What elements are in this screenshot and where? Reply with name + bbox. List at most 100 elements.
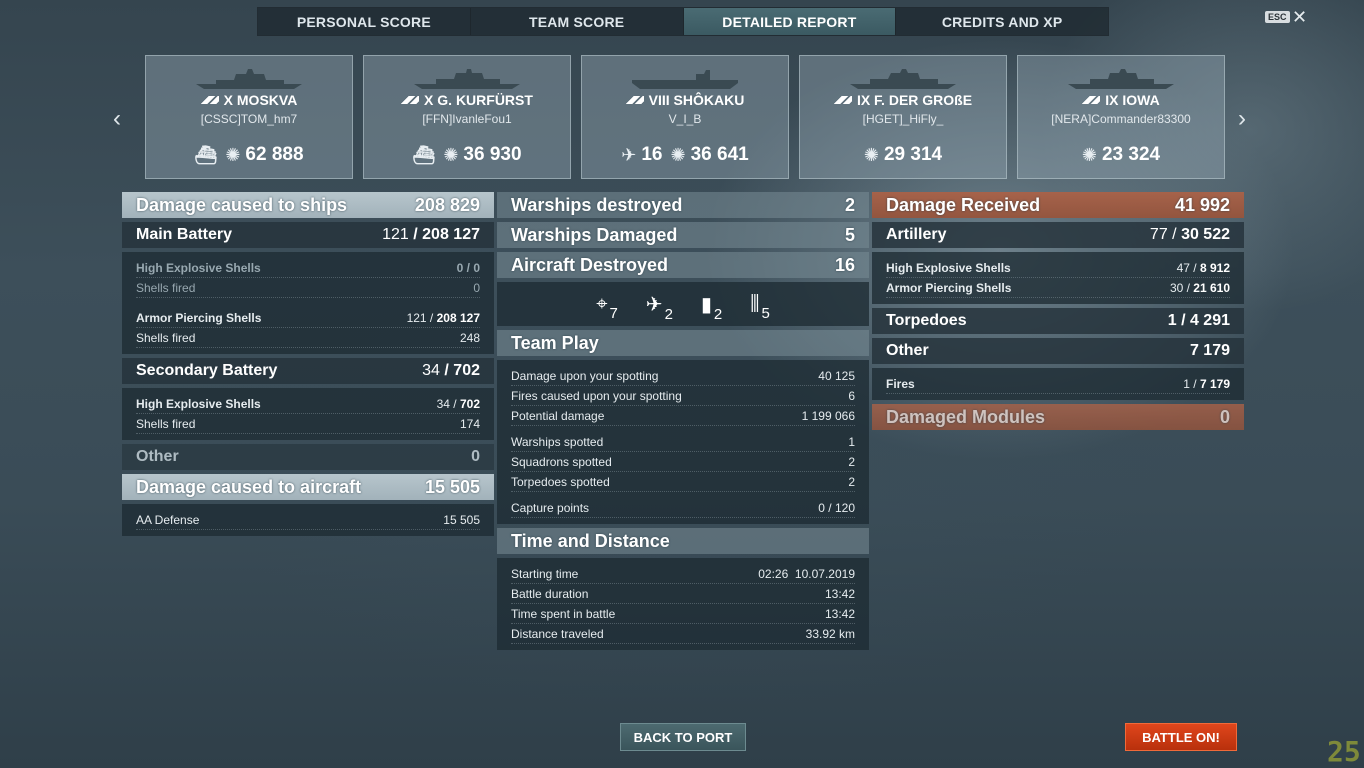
damage-aircraft-header: Damage caused to aircraft 15 505 [122, 474, 494, 500]
tab-team-score[interactable]: TEAM SCORE [471, 8, 684, 35]
damage-icon: ✺ [225, 144, 241, 165]
tab-detailed-report[interactable]: DETAILED REPORT [683, 8, 897, 35]
damage-value: 36 641 [690, 144, 749, 165]
stat-row: Torpedoes spotted 2 [511, 472, 855, 492]
ribbons-bar: ⌖ 7 ✈ 2 ▮ 2 ⫼ 5 [497, 282, 869, 326]
crosshair-icon: ⌖ [596, 292, 608, 315]
artillery-details: High Explosive Shells 47 / 8 912 Armor Pi… [872, 252, 1244, 304]
main-battery-details: High Explosive Shells 0 / 0 Shells fired 0… [122, 252, 494, 354]
stat-row: Fires 1 / 7 179 [886, 374, 1230, 394]
stat-row: High Explosive Shells 0 / 0 [136, 258, 480, 278]
ship-name: VIII SHÔKAKU [582, 92, 788, 108]
next-arrow-icon[interactable]: › [1238, 105, 1246, 133]
carrier-silhouette-icon [632, 70, 738, 89]
stat-row: Potential damage 1 199 066 [511, 406, 855, 426]
ribbon-shell: ▮ 2 [700, 293, 723, 323]
ship-name: IX F. DER GROßE [800, 92, 1006, 108]
ship-card[interactable]: X MOSKVA [CSSC]TOM_hm7 ⛴ ✺ 62 888 [145, 55, 353, 179]
damage-icon: ✺ [1081, 144, 1097, 165]
esc-key-hint: ESC [1265, 11, 1290, 23]
damage-icon: ✺ [670, 144, 686, 165]
stat-row: Capture points 0 / 120 [511, 498, 855, 518]
row-value: 121 / 208 127 [382, 226, 480, 243]
row-label: Main Battery [136, 226, 233, 243]
stat-row: Squadrons spotted 2 [511, 452, 855, 472]
main-battery-row: Main Battery 121 / 208 127 [122, 222, 494, 248]
close-icon[interactable]: ✕ [1292, 7, 1307, 28]
planes-value: 16 [641, 144, 663, 165]
time-distance-details: Starting time 02:26 10.07.2019 Battle dur… [497, 558, 869, 650]
row-value: 34 / 702 [422, 362, 480, 379]
other-received-row: Other 7 179 [872, 338, 1244, 364]
plane-destroyed-icon: ✈ [645, 293, 663, 316]
aircraft-destroyed-row: Aircraft Destroyed 16 [497, 252, 869, 278]
stat-row: Shells fired 248 [136, 328, 480, 348]
ship-name: IX IOWA [1018, 92, 1224, 108]
aa-details: AA Defense 15 505 [122, 504, 494, 536]
ship-stats: ✺ 29 314 [800, 144, 1006, 166]
ship-card[interactable]: IX IOWA [NERA]Commander83300 ✺ 23 324 [1017, 55, 1225, 179]
prev-arrow-icon[interactable]: ‹ [113, 105, 121, 133]
ship-card[interactable]: X G. KURFÜRST [FFN]IvanleFou1 ⛴ ✺ 36 930 [363, 55, 571, 179]
damage-value: 23 324 [1101, 144, 1161, 165]
tab-personal-score[interactable]: PERSONAL SCORE [258, 8, 471, 35]
ship-hit-icon: ⛴ [194, 144, 218, 165]
artillery-row: Artillery 77 / 30 522 [872, 222, 1244, 248]
team-play-header: Team Play [497, 330, 869, 356]
damage-icon: ✺ [863, 144, 879, 165]
ship-card[interactable]: VIII SHÔKAKU V_I_B ✈ 16 ✺ 36 641 [581, 55, 789, 179]
damage-value: 36 930 [463, 144, 522, 165]
ship-class-icon [200, 96, 219, 104]
header-label: Damage caused to ships [136, 194, 348, 215]
damage-icon: ✺ [443, 144, 459, 165]
shell-icon: ▮ [700, 293, 712, 316]
ship-stats: ✺ 23 324 [1018, 144, 1224, 166]
back-to-port-button[interactable]: BACK TO PORT [620, 723, 746, 751]
damage-value: 62 888 [245, 144, 304, 165]
damage-caused-panel: Damage caused to ships 208 829 Main Batt… [122, 192, 494, 540]
stat-row: Armor Piercing Shells 121 / 208 127 [136, 308, 480, 328]
player-name: [CSSC]TOM_hm7 [200, 112, 298, 126]
stat-row: Distance traveled 33.92 km [511, 624, 855, 644]
secondary-battery-row: Secondary Battery 34 / 702 [122, 358, 494, 384]
battleship-silhouette-icon [414, 69, 520, 89]
stat-row: Fires caused upon your spotting 6 [511, 386, 855, 406]
ship-card[interactable]: IX F. DER GROßE [HGET]_HiFly_ ✺ 29 314 [799, 55, 1007, 179]
stat-row: Shells fired 0 [136, 278, 480, 298]
header-value: 208 829 [414, 194, 480, 215]
stat-row: Shells fired 174 [136, 414, 480, 434]
player-name: V_I_B [668, 112, 702, 126]
ship-class-icon [625, 96, 644, 104]
battleship-silhouette-icon [1068, 69, 1174, 89]
combat-stats-panel: Warships destroyed 2 Warships Damaged 5 Ai… [497, 192, 869, 654]
damage-caused-header: Damage caused to ships 208 829 [122, 192, 494, 218]
torpedoes-row: Torpedoes 1 / 4 291 [872, 308, 1244, 334]
ship-class-icon [1082, 96, 1101, 104]
stat-row: AA Defense 15 505 [136, 510, 480, 530]
ship-name: X G. KURFÜRST [364, 92, 570, 108]
ship-class-icon [833, 96, 852, 104]
damage-received-header: Damage Received 41 992 [872, 192, 1244, 218]
player-name: [HGET]_HiFly_ [862, 112, 944, 126]
ribbon-secondary-hit: ⫼ 5 [750, 292, 770, 322]
stat-row: High Explosive Shells 47 / 8 912 [886, 258, 1230, 278]
player-name: [FFN]IvanleFou1 [422, 112, 512, 126]
ship-stats: ⛴ ✺ 62 888 [146, 144, 352, 166]
stat-row: Damage upon your spotting 40 125 [511, 366, 855, 386]
ship-stats: ✈ 16 ✺ 36 641 [582, 144, 788, 166]
ship-name: X MOSKVA [146, 92, 352, 108]
damage-received-panel: Damage Received 41 992 Artillery 77 / 30 … [872, 192, 1244, 434]
team-play-details: Damage upon your spotting 40 125 Fires ca… [497, 360, 869, 524]
battle-on-button[interactable]: BATTLE ON! [1125, 723, 1237, 751]
warships-destroyed-row: Warships destroyed 2 [497, 192, 869, 218]
secondary-hit-icon: ⫼ [750, 292, 760, 315]
ship-stats: ⛴ ✺ 36 930 [364, 144, 570, 166]
ribbon-plane-destroyed: ✈ 2 [645, 293, 673, 323]
tab-credits-xp[interactable]: CREDITS AND XP [896, 8, 1108, 35]
battleship-silhouette-icon [196, 69, 302, 89]
stat-row: Armor Piercing Shells 30 / 21 610 [886, 278, 1230, 298]
stat-row: Starting time 02:26 10.07.2019 [511, 564, 855, 584]
ribbon-main-hit: ⌖ 7 [596, 292, 618, 322]
damage-value: 29 314 [883, 144, 943, 165]
row-label: Secondary Battery [136, 362, 278, 379]
